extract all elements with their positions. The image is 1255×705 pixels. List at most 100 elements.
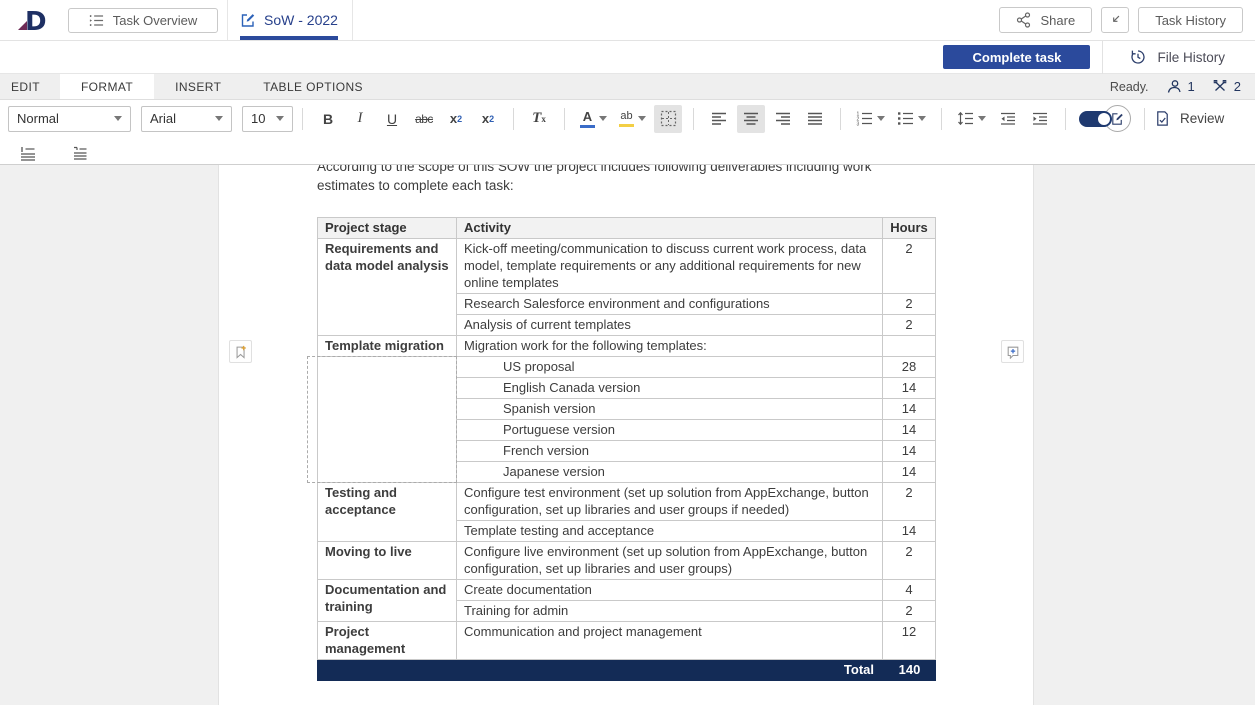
intro-paragraph[interactable]: According to the scope of this SOW the p… [317,165,929,195]
document-page[interactable]: According to the scope of this SOW the p… [218,165,1034,705]
paragraph-style-select[interactable]: Normal [8,106,131,132]
hours-cell[interactable]: 14 [883,420,936,441]
header-project-stage[interactable]: Project stage [318,218,457,239]
chevron-down-icon [215,116,223,121]
menu-item-insert[interactable]: INSERT [154,74,242,99]
activity-cell[interactable]: Communication and project management [457,622,883,660]
format-toolbar: Normal Arial 10 B I U abc x2 x2 Tx A [0,100,1255,137]
person-icon [1165,78,1183,96]
activity-cell[interactable]: English Canada version [457,378,883,399]
hours-cell[interactable] [883,336,936,357]
hours-cell[interactable]: 14 [883,441,936,462]
superscript-button[interactable]: x2 [442,105,470,133]
header-activity[interactable]: Activity [457,218,883,239]
hours-cell[interactable]: 2 [883,294,936,315]
table-row: Documentation and trainingCreate documen… [318,580,936,601]
stage-cell-selected[interactable] [318,357,457,483]
activity-cell[interactable]: Migration work for the following templat… [457,336,883,357]
add-comment-button[interactable] [1001,340,1024,363]
hours-cell[interactable]: 14 [883,399,936,420]
hours-cell[interactable]: 14 [883,378,936,399]
hours-cell[interactable]: 2 [883,483,936,521]
history-clock-icon [1129,48,1147,66]
highlight-icon: ab [619,111,634,127]
numbered-list-button[interactable]: 1 2 3 [852,105,889,133]
clear-formatting-button[interactable]: Tx [525,105,553,133]
activity-cell[interactable]: Portuguese version [457,420,883,441]
bullet-list-button[interactable] [893,105,930,133]
activity-cell[interactable]: Template testing and acceptance [457,521,883,542]
menu-item-table-options[interactable]: TABLE OPTIONS [242,74,384,99]
hours-cell[interactable]: 28 [883,357,936,378]
underline-button[interactable]: U [378,105,406,133]
activity-cell[interactable]: Configure test environment (set up solut… [457,483,883,521]
activity-cell[interactable]: Japanese version [457,462,883,483]
first-line-indent-icon [72,146,89,161]
line-spacing-button[interactable] [953,105,990,133]
hours-cell[interactable]: 14 [883,462,936,483]
file-history-button[interactable]: File History [1129,48,1225,66]
activity-cell[interactable]: Configure live environment (set up solut… [457,542,883,580]
stage-cell[interactable]: Template migration [318,336,457,357]
stage-cell[interactable]: Requirements and data model analysis [318,239,457,336]
activity-cell[interactable]: Spanish version [457,399,883,420]
first-line-indent-button[interactable] [66,139,94,167]
menu-bar: EDIT FORMAT INSERT TABLE OPTIONS Ready. … [0,74,1255,100]
add-bookmark-button[interactable] [229,340,252,363]
activity-cell[interactable]: French version [457,441,883,462]
hours-cell[interactable]: 14 [883,521,936,542]
align-center-button[interactable] [737,105,765,133]
hours-cell[interactable]: 4 [883,580,936,601]
activity-cell[interactable]: Analysis of current templates [457,315,883,336]
font-size-select[interactable]: 10 [242,106,293,132]
complete-task-button[interactable]: Complete task [943,45,1090,69]
borders-button[interactable] [654,105,682,133]
increase-indent-button[interactable] [1026,105,1054,133]
spacing-before-button[interactable] [14,139,42,167]
line-spacing-icon [957,111,974,126]
highlight-color-button[interactable]: ab [615,105,650,133]
strikethrough-button[interactable]: abc [410,105,438,133]
online-users-indicator[interactable]: 1 [1165,78,1195,96]
total-value[interactable]: 140 [883,660,936,681]
task-overview-button[interactable]: Task Overview [68,8,218,33]
italic-button[interactable]: I [346,105,374,133]
activity-cell[interactable]: Create documentation [457,580,883,601]
font-family-select[interactable]: Arial [141,106,232,132]
hours-cell[interactable]: 12 [883,622,936,660]
active-tab-underline [240,36,338,40]
subscript-button[interactable]: x2 [474,105,502,133]
decrease-indent-button[interactable] [994,105,1022,133]
header-hours[interactable]: Hours [883,218,936,239]
stage-cell[interactable]: Project management [318,622,457,660]
bold-button[interactable]: B [314,105,342,133]
hours-cell[interactable]: 2 [883,315,936,336]
total-label[interactable]: Total [318,660,883,681]
stage-cell[interactable]: Testing and acceptance [318,483,457,542]
justify-button[interactable] [801,105,829,133]
cut-indicator[interactable]: 2 [1211,78,1241,96]
hours-cell[interactable]: 2 [883,239,936,294]
document-tab[interactable]: SoW - 2022 [227,0,353,40]
activity-cell[interactable]: US proposal [457,357,883,378]
share-button[interactable]: Share [999,7,1093,33]
hours-cell[interactable]: 2 [883,601,936,622]
activity-cell[interactable]: Training for admin [457,601,883,622]
collapse-window-button[interactable] [1101,7,1129,33]
stage-cell[interactable]: Moving to live [318,542,457,580]
activity-cell[interactable]: Research Salesforce environment and conf… [457,294,883,315]
menu-item-edit[interactable]: EDIT [0,74,60,99]
review-button[interactable]: Review [1154,110,1224,127]
align-left-button[interactable] [705,105,733,133]
divider [693,108,694,130]
font-color-button[interactable]: A [576,105,611,133]
align-right-button[interactable] [769,105,797,133]
activity-cell[interactable]: Kick-off meeting/communication to discus… [457,239,883,294]
stage-cell[interactable]: Documentation and training [318,580,457,622]
menu-item-format[interactable]: FORMAT [60,74,154,99]
suggest-mode-toggle[interactable] [1079,105,1131,132]
table-row: Project managementCommunication and proj… [318,622,936,660]
task-history-button[interactable]: Task History [1138,7,1243,33]
save-status: Ready. [1110,80,1149,94]
hours-cell[interactable]: 2 [883,542,936,580]
